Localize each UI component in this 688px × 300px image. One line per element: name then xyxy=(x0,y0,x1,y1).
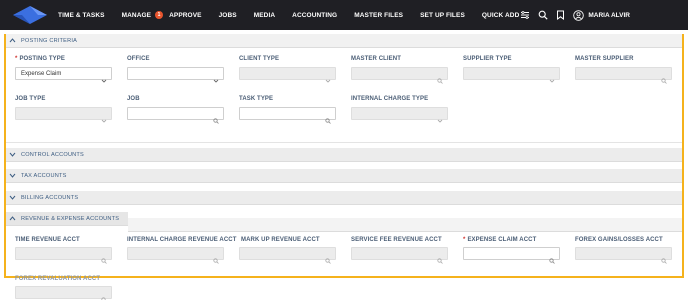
job-type-select xyxy=(15,107,112,123)
section-header-revenue-expense[interactable]: REVENUE & EXPENSE ACCOUNTS xyxy=(6,212,128,226)
master-supplier-label: MASTER SUPPLIER xyxy=(575,56,634,62)
user-icon[interactable] xyxy=(573,9,585,21)
logo-icon[interactable] xyxy=(12,5,48,25)
chevron-down-icon xyxy=(549,71,555,83)
nav-approve[interactable]: APPROVE xyxy=(169,12,202,19)
nav-jobs[interactable]: JOBS xyxy=(219,12,237,19)
chevron-down-icon xyxy=(325,71,331,83)
magnifier-icon xyxy=(437,251,443,264)
magnifier-icon[interactable] xyxy=(325,111,331,124)
service-fee-revenue-label: SERVICE FEE REVENUE ACCT xyxy=(351,237,442,243)
forex-revaluation-lookup xyxy=(15,286,112,300)
forex-gains-lookup xyxy=(575,247,672,264)
magnifier-icon xyxy=(213,251,219,264)
master-supplier-lookup xyxy=(575,67,672,84)
section-header-tax-accounts[interactable]: TAX ACCOUNTS xyxy=(6,169,682,183)
forex-revaluation-label: FOREX REVALUATION ACCT xyxy=(15,276,101,282)
section-title: TAX ACCOUNTS xyxy=(21,172,67,179)
chevron-down-icon xyxy=(9,151,16,158)
nav-label: TIME & TASKS xyxy=(58,11,105,19)
section-header-control-accounts[interactable]: CONTROL ACCOUNTS xyxy=(6,148,682,162)
mark-up-revenue-lookup xyxy=(239,247,336,264)
job-label: JOB xyxy=(127,96,140,102)
section-title: BILLING ACCOUNTS xyxy=(21,194,79,201)
chevron-up-icon xyxy=(9,215,16,222)
posting-type-select[interactable]: Expense Claim xyxy=(15,67,112,83)
nav-time-tasks[interactable]: TIME & TASKS xyxy=(58,12,105,19)
nav-label: APPROVE xyxy=(169,11,202,19)
magnifier-icon xyxy=(661,251,667,264)
nav-media[interactable]: MEDIA xyxy=(254,12,275,19)
label-text: EXPENSE CLAIM ACCT xyxy=(467,237,537,243)
chevron-down-icon xyxy=(213,71,219,83)
magnifier-icon[interactable] xyxy=(213,111,219,124)
forex-gains-label: FOREX GAINS/LOSSES ACCT xyxy=(575,237,663,243)
nav-manage[interactable]: MANAGE 1 xyxy=(122,11,167,19)
client-type-label: CLIENT TYPE xyxy=(239,56,280,62)
nav-label: MASTER FILES xyxy=(354,11,404,19)
chevron-up-icon xyxy=(9,37,16,44)
magnifier-icon xyxy=(101,290,107,300)
internal-charge-revenue-lookup xyxy=(127,247,224,264)
posting-type-value: Expense Claim xyxy=(21,70,62,77)
task-type-lookup[interactable] xyxy=(239,107,336,124)
magnifier-icon xyxy=(661,71,667,84)
bookmark-icon[interactable] xyxy=(555,10,566,21)
supplier-type-label: SUPPLIER TYPE xyxy=(463,56,512,62)
section-header-billing-accounts[interactable]: BILLING ACCOUNTS xyxy=(6,191,682,205)
job-lookup[interactable] xyxy=(127,107,224,124)
nav-set-up-files[interactable]: SET UP FILES xyxy=(420,12,465,19)
section-title: CONTROL ACCOUNTS xyxy=(21,151,84,158)
section-title: POSTING CRITERIA xyxy=(21,37,78,44)
section-header-posting-criteria[interactable]: POSTING CRITERIA xyxy=(6,34,682,48)
search-icon[interactable] xyxy=(537,10,548,21)
nav-master-files[interactable]: MASTER FILES xyxy=(354,12,403,19)
time-revenue-label: TIME REVENUE ACCT xyxy=(15,237,80,243)
internal-charge-revenue-label: INTERNAL CHARGE REVENUE ACCT xyxy=(127,237,237,243)
user-name[interactable]: MARIA ALVIR xyxy=(588,12,630,19)
magnifier-icon xyxy=(325,251,331,264)
expense-claim-label: * EXPENSE CLAIM ACCT xyxy=(463,237,536,243)
posting-type-label: * POSTING TYPE xyxy=(15,56,65,62)
expense-claim-lookup[interactable] xyxy=(463,247,560,264)
section-title: REVENUE & EXPENSE ACCOUNTS xyxy=(21,215,120,222)
magnifier-icon[interactable] xyxy=(549,251,555,264)
top-icons: MARIA ALVIR xyxy=(512,0,678,30)
section-divider xyxy=(6,142,682,143)
task-type-label: TASK TYPE xyxy=(239,96,274,102)
notification-badge: 1 xyxy=(155,11,164,19)
master-client-lookup xyxy=(351,67,448,84)
magnifier-icon xyxy=(437,71,443,84)
required-marker: * xyxy=(463,237,466,243)
chevron-down-icon xyxy=(437,111,443,123)
chevron-down-icon xyxy=(9,194,16,201)
nav-label: MANAGE xyxy=(121,11,152,19)
nav-label: ACCOUNTING xyxy=(292,11,338,19)
label-text: POSTING TYPE xyxy=(19,56,65,62)
master-client-label: MASTER CLIENT xyxy=(351,56,401,62)
internal-charge-type-label: INTERNAL CHARGE TYPE xyxy=(351,96,429,102)
filter-icon[interactable] xyxy=(519,10,530,21)
supplier-type-select xyxy=(463,67,560,83)
time-revenue-lookup xyxy=(15,247,112,264)
nav-label: MEDIA xyxy=(253,11,276,19)
chevron-down-icon xyxy=(9,172,16,179)
mark-up-revenue-label: MARK UP REVENUE ACCT xyxy=(241,237,320,243)
office-select[interactable] xyxy=(127,67,224,83)
client-type-select xyxy=(239,67,336,83)
nav-accounting[interactable]: ACCOUNTING xyxy=(292,12,337,19)
top-navigation-bar: TIME & TASKS MANAGE 1 APPROVE JOBS MEDIA … xyxy=(0,0,688,30)
main-nav: TIME & TASKS MANAGE 1 APPROVE JOBS MEDIA … xyxy=(58,0,536,30)
nav-label: SET UP FILES xyxy=(420,11,465,19)
magnifier-icon xyxy=(101,251,107,264)
chevron-down-icon xyxy=(101,111,107,123)
nav-label: JOBS xyxy=(218,11,237,19)
section-header-bar xyxy=(128,218,682,232)
office-label: OFFICE xyxy=(127,56,150,62)
required-marker: * xyxy=(15,56,18,62)
job-type-label: JOB TYPE xyxy=(15,96,46,102)
internal-charge-type-select xyxy=(351,107,448,123)
service-fee-revenue-lookup xyxy=(351,247,448,264)
chevron-down-icon xyxy=(101,71,107,83)
